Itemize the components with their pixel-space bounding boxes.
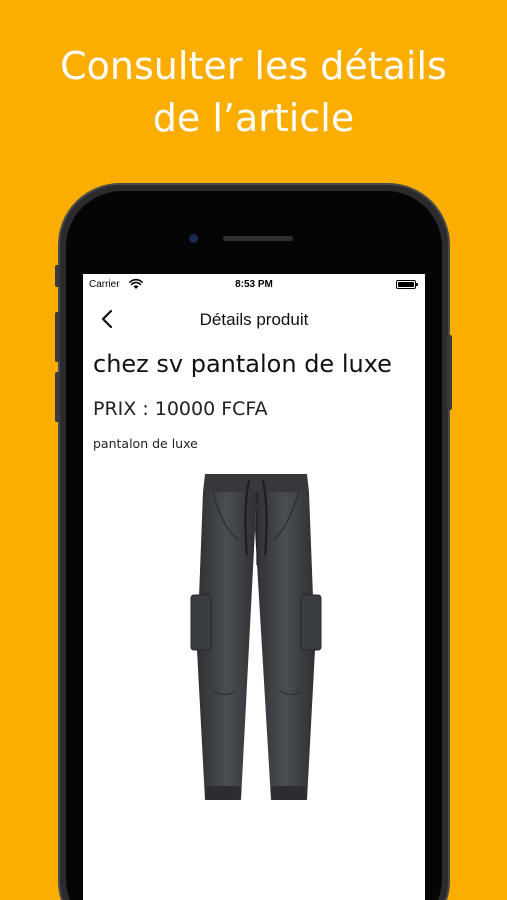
mute-switch [55,265,60,287]
earpiece-speaker [223,236,293,241]
product-title: chez sv pantalon de luxe [93,350,392,378]
status-bar: Carrier 8:53 PM [83,274,425,294]
nav-title: Détails produit [199,310,309,329]
battery-icon [396,280,418,289]
product-price: PRIX : 10000 FCFA [93,398,268,420]
volume-up-button [55,312,60,362]
status-time: 8:53 PM [235,279,273,290]
navigation-bar: Détails produit [83,300,425,340]
front-camera [189,234,198,243]
promo-headline-line2: de l’article [152,96,355,140]
phone-screen: Carrier 8:53 PM Détails produit chez sv … [83,274,425,900]
cargo-pants-image [190,474,322,800]
promo-headline-line1: Consulter les détails [60,44,447,88]
promo-headline: Consulter les détails de l’article [0,40,507,144]
power-button [447,335,452,410]
product-description: pantalon de luxe [93,436,198,451]
volume-down-button [55,372,60,422]
